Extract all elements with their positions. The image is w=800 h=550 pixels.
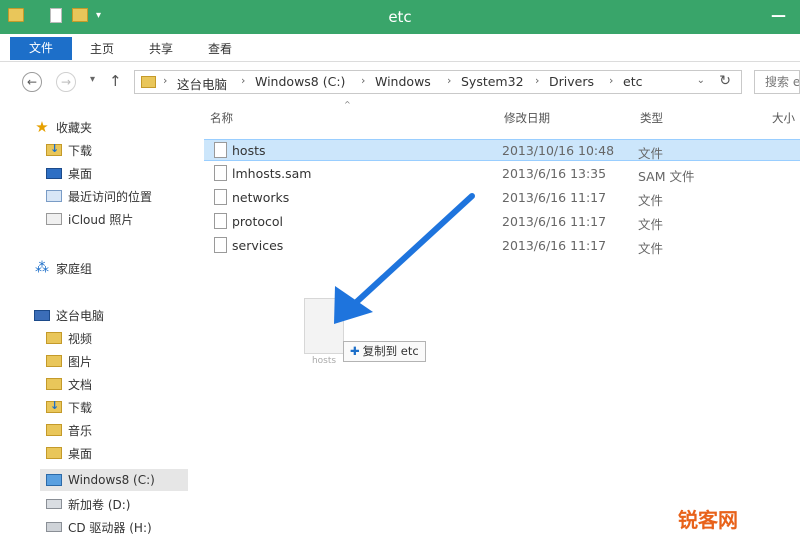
watermark: 锐客网 <box>678 508 738 532</box>
annotation-arrow-icon <box>334 193 475 324</box>
arrow-shaft <box>347 193 475 311</box>
